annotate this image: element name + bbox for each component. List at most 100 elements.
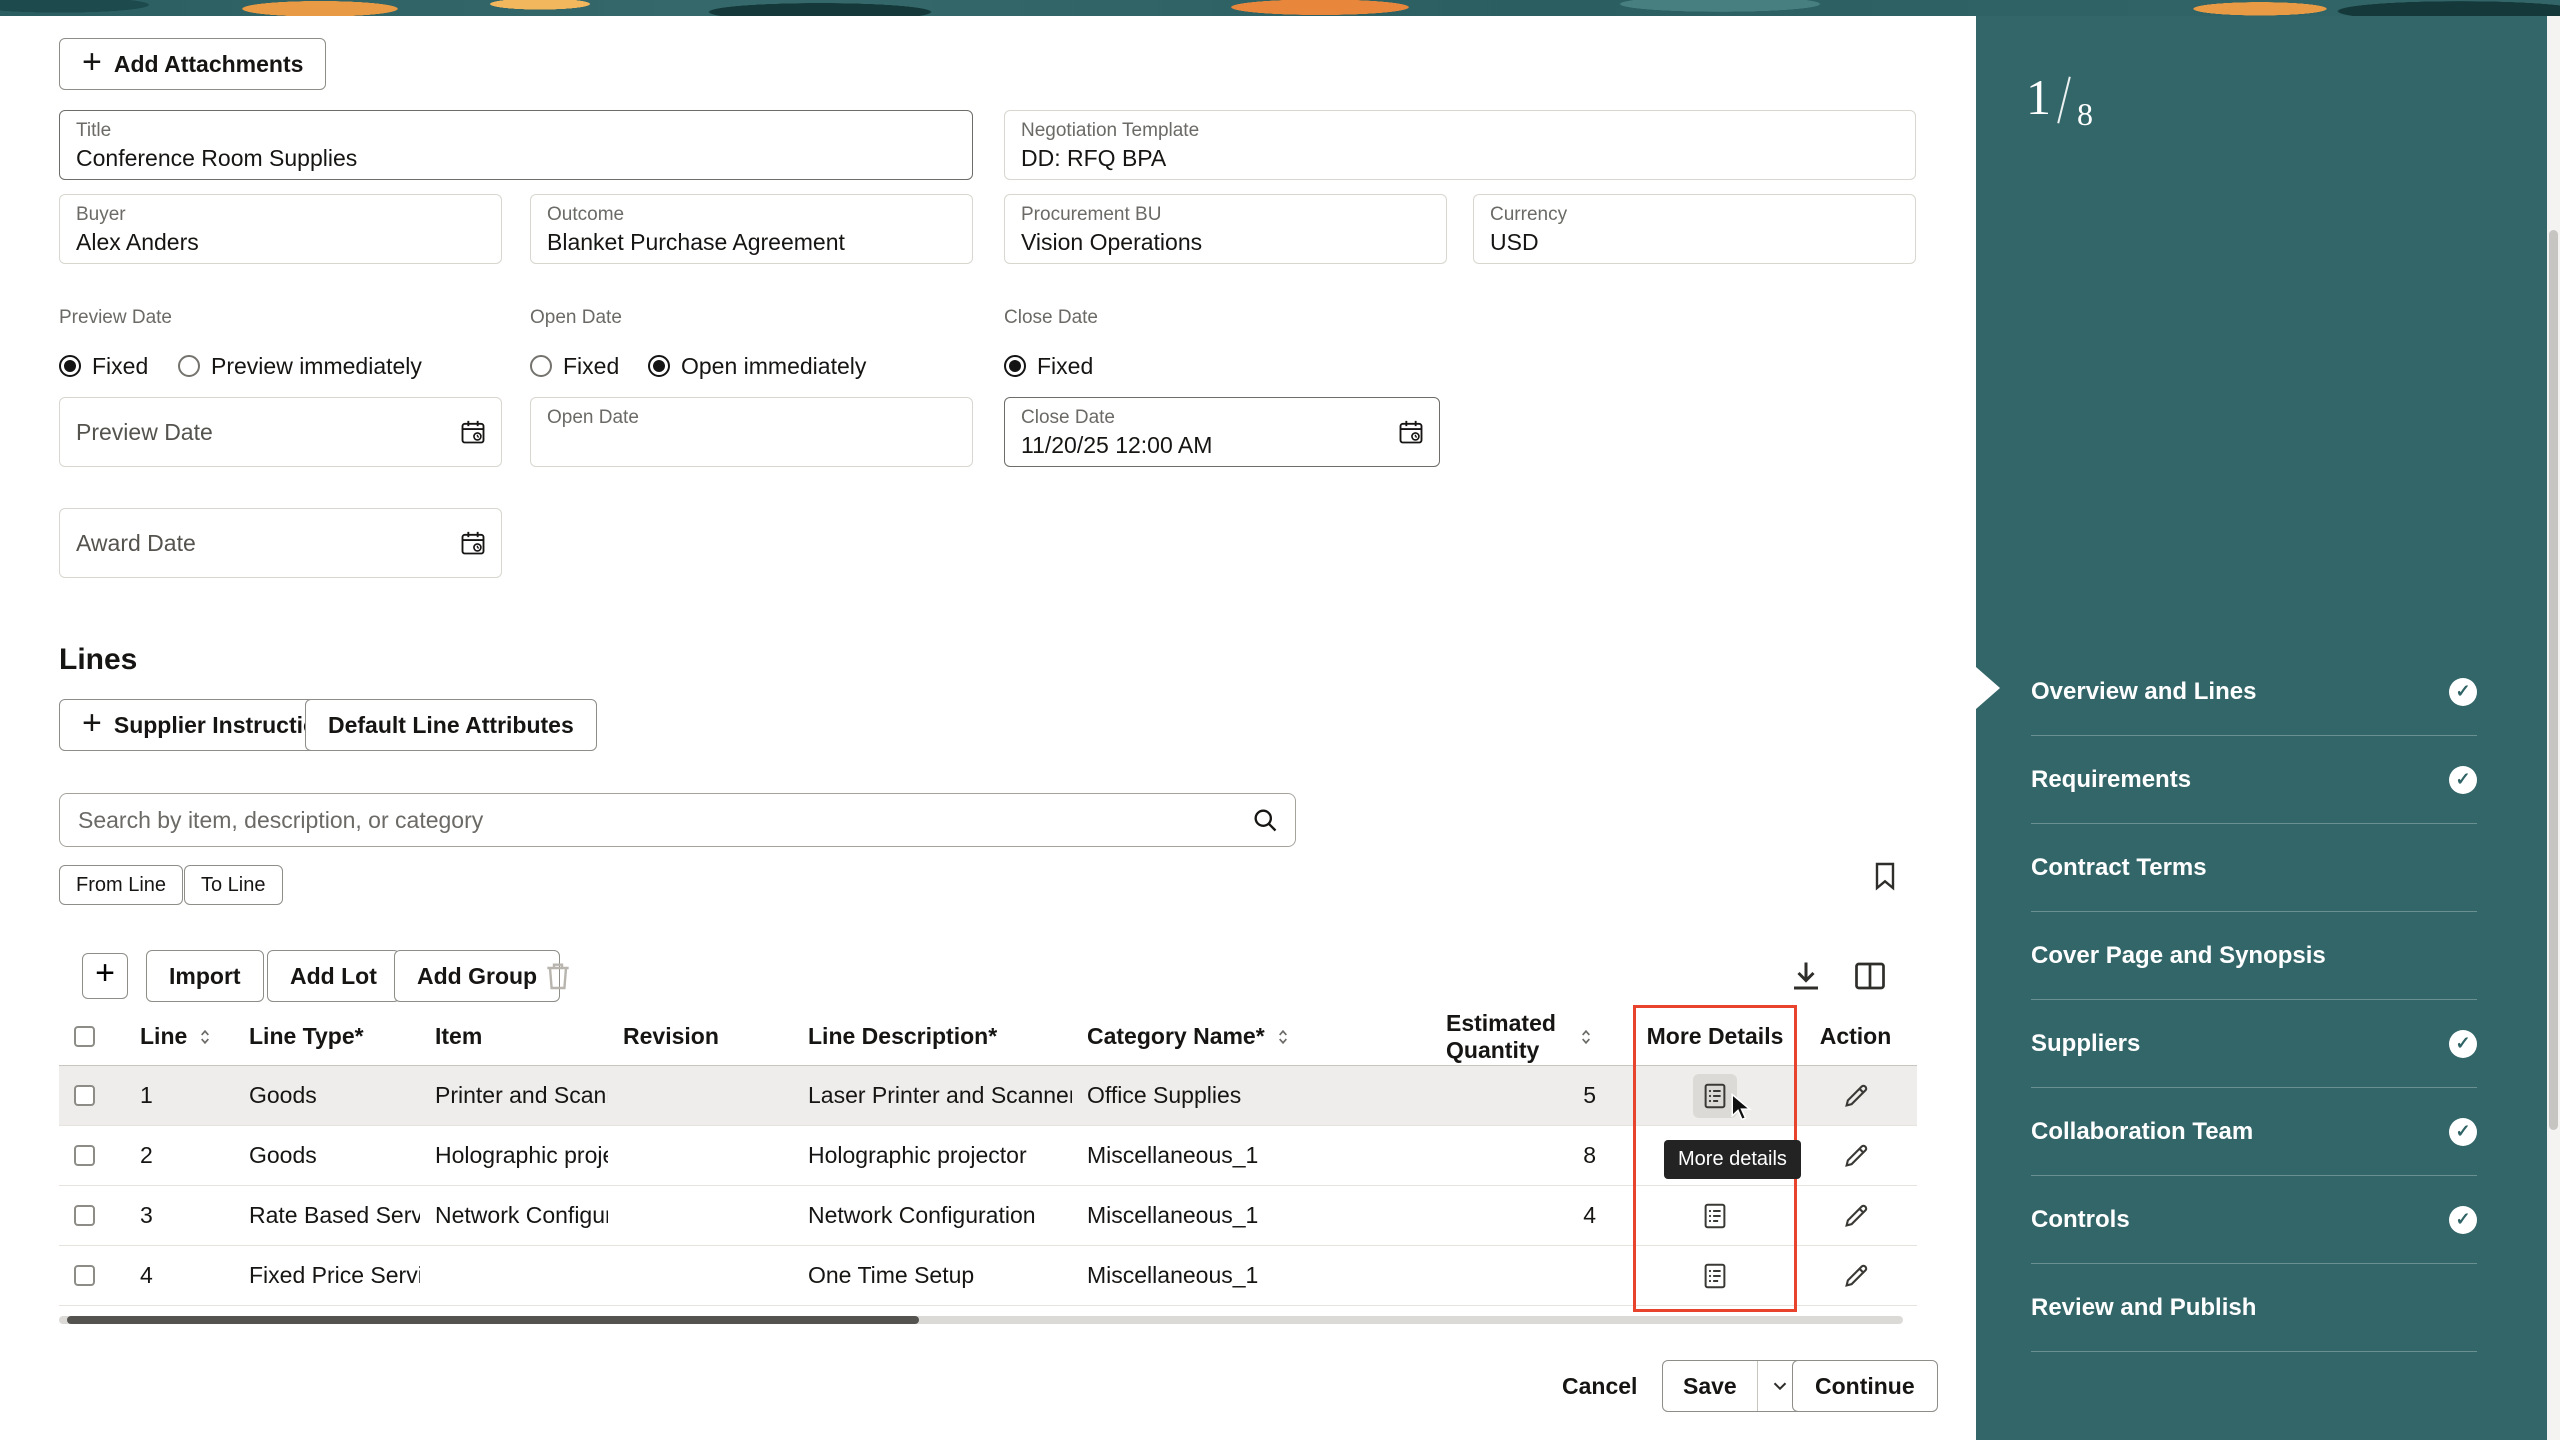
cell-line: 2	[125, 1142, 234, 1169]
calendar-icon[interactable]	[459, 529, 487, 557]
preview-fixed-radio[interactable]: Fixed	[59, 346, 148, 386]
more-details-button[interactable]	[1693, 1254, 1737, 1298]
sidebar-step-suppliers[interactable]: Suppliers	[2031, 1000, 2477, 1088]
preview-immediately-radio[interactable]: Preview immediately	[178, 346, 422, 386]
header-more-details: More Details	[1636, 1023, 1794, 1050]
completed-check-icon	[2449, 1030, 2477, 1058]
cell-item: Network Configura	[420, 1202, 608, 1229]
table-row[interactable]: 4 Fixed Price Service One Time Setup Mis…	[59, 1246, 1917, 1306]
radio-selected-icon	[648, 355, 670, 377]
sidebar-step-cover-page-and-synopsis[interactable]: Cover Page and Synopsis	[2031, 912, 2477, 1000]
add-lot-button[interactable]: Add Lot	[267, 950, 400, 1002]
open-fixed-radio[interactable]: Fixed	[530, 346, 619, 386]
cell-description: One Time Setup	[793, 1262, 1072, 1289]
select-all-checkbox[interactable]	[74, 1026, 95, 1047]
calendar-icon[interactable]	[1397, 418, 1425, 446]
more-details-button[interactable]	[1693, 1074, 1737, 1118]
download-icon[interactable]	[1788, 958, 1824, 994]
completed-check-icon	[2449, 678, 2477, 706]
cell-description: Laser Printer and Scanner M	[793, 1082, 1072, 1109]
open-immediately-label: Open immediately	[681, 353, 866, 380]
add-line-button[interactable]	[82, 953, 128, 999]
line-search-input[interactable]	[60, 794, 1295, 846]
to-line-label: To Line	[201, 874, 266, 897]
decorative-header-pattern	[0, 0, 2560, 16]
plus-icon	[82, 47, 102, 81]
to-line-button[interactable]: To Line	[184, 865, 283, 905]
title-field[interactable]: Title Conference Room Supplies	[59, 110, 973, 180]
horizontal-scrollbar[interactable]	[59, 1316, 1903, 1324]
preview-date-placeholder: Preview Date	[76, 419, 213, 445]
negotiation-template-label: Negotiation Template	[1021, 120, 1899, 142]
edit-line-button[interactable]	[1834, 1074, 1878, 1118]
cell-category: Miscellaneous_1	[1072, 1262, 1385, 1289]
import-button[interactable]: Import	[146, 950, 264, 1002]
cell-quantity: 4	[1385, 1202, 1636, 1229]
header-estimated-quantity[interactable]: Estimated Quantity	[1385, 1010, 1636, 1063]
default-line-attributes-button[interactable]: Default Line Attributes	[305, 699, 597, 751]
close-date-input[interactable]: Close Date 11/20/25 12:00 AM	[1004, 397, 1440, 467]
vertical-scrollbar-thumb[interactable]	[2549, 230, 2558, 1130]
close-date-group-label: Close Date	[1004, 307, 1098, 329]
sidebar-step-overview-and-lines[interactable]: Overview and Lines	[2031, 648, 2477, 736]
lines-heading: Lines	[59, 643, 137, 677]
cancel-label: Cancel	[1562, 1373, 1637, 1400]
procurement-bu-value: Vision Operations	[1021, 229, 1430, 256]
search-icon[interactable]	[1251, 806, 1279, 834]
buyer-label: Buyer	[76, 204, 485, 226]
cancel-button[interactable]: Cancel	[1546, 1360, 1653, 1412]
open-date-group-label: Open Date	[530, 307, 622, 329]
table-row[interactable]: 1 Goods Printer and Scanne Laser Printer…	[59, 1066, 1917, 1126]
sort-icon[interactable]	[195, 1027, 215, 1047]
open-date-input[interactable]: Open Date	[530, 397, 973, 467]
award-date-input[interactable]: Award Date	[59, 508, 502, 578]
cell-category: Miscellaneous_1	[1072, 1142, 1385, 1169]
row-checkbox[interactable]	[74, 1145, 95, 1166]
sidebar-step-requirements[interactable]: Requirements	[2031, 736, 2477, 824]
table-row[interactable]: 3 Rate Based Service Network Configura N…	[59, 1186, 1917, 1246]
manage-columns-icon[interactable]	[1852, 958, 1888, 994]
sidebar-step-controls[interactable]: Controls	[2031, 1176, 2477, 1264]
currency-field: Currency USD	[1473, 194, 1916, 264]
bookmark-icon[interactable]	[1869, 860, 1901, 892]
sort-icon[interactable]	[1273, 1027, 1293, 1047]
edit-line-button[interactable]	[1834, 1134, 1878, 1178]
more-details-button[interactable]	[1693, 1194, 1737, 1238]
horizontal-scrollbar-thumb[interactable]	[67, 1316, 919, 1324]
page-indicator: 1 8	[2026, 72, 2093, 130]
sort-icon[interactable]	[1576, 1027, 1596, 1047]
header-line[interactable]: Line	[125, 1023, 234, 1050]
cell-line-type: Goods	[234, 1082, 420, 1109]
delete-line-icon	[542, 960, 574, 992]
header-action: Action	[1794, 1023, 1917, 1050]
open-immediately-radio[interactable]: Open immediately	[648, 346, 866, 386]
calendar-icon[interactable]	[459, 418, 487, 446]
preview-date-input[interactable]: Preview Date	[59, 397, 502, 467]
cell-category: Miscellaneous_1	[1072, 1202, 1385, 1229]
sidebar-step-collaboration-team[interactable]: Collaboration Team	[2031, 1088, 2477, 1176]
current-step-pointer	[1976, 667, 2000, 709]
continue-button[interactable]: Continue	[1792, 1360, 1938, 1412]
header-category-name[interactable]: Category Name*	[1072, 1023, 1385, 1050]
cell-item: Printer and Scanne	[420, 1082, 608, 1109]
table-row[interactable]: 2 Goods Holographic projec Holographic p…	[59, 1126, 1917, 1186]
save-button[interactable]: Save	[1663, 1361, 1757, 1411]
row-checkbox[interactable]	[74, 1085, 95, 1106]
vertical-scrollbar[interactable]	[2547, 16, 2560, 1440]
from-line-button[interactable]: From Line	[59, 865, 183, 905]
radio-unselected-icon	[530, 355, 552, 377]
title-value: Conference Room Supplies	[76, 145, 956, 172]
edit-line-button[interactable]	[1834, 1254, 1878, 1298]
row-checkbox[interactable]	[74, 1265, 95, 1286]
sidebar-step-review-and-publish[interactable]: Review and Publish	[2031, 1264, 2477, 1352]
cell-category: Office Supplies	[1072, 1082, 1385, 1109]
negotiation-template-field: Negotiation Template DD: RFQ BPA	[1004, 110, 1916, 180]
add-attachments-button[interactable]: Add Attachments	[59, 38, 326, 90]
row-checkbox[interactable]	[74, 1205, 95, 1226]
preview-fixed-label: Fixed	[92, 353, 148, 380]
edit-line-button[interactable]	[1834, 1194, 1878, 1238]
sidebar-step-contract-terms[interactable]: Contract Terms	[2031, 824, 2477, 912]
add-group-button[interactable]: Add Group	[394, 950, 560, 1002]
close-fixed-radio[interactable]: Fixed	[1004, 346, 1093, 386]
page-indicator-current: 1	[2026, 72, 2051, 122]
